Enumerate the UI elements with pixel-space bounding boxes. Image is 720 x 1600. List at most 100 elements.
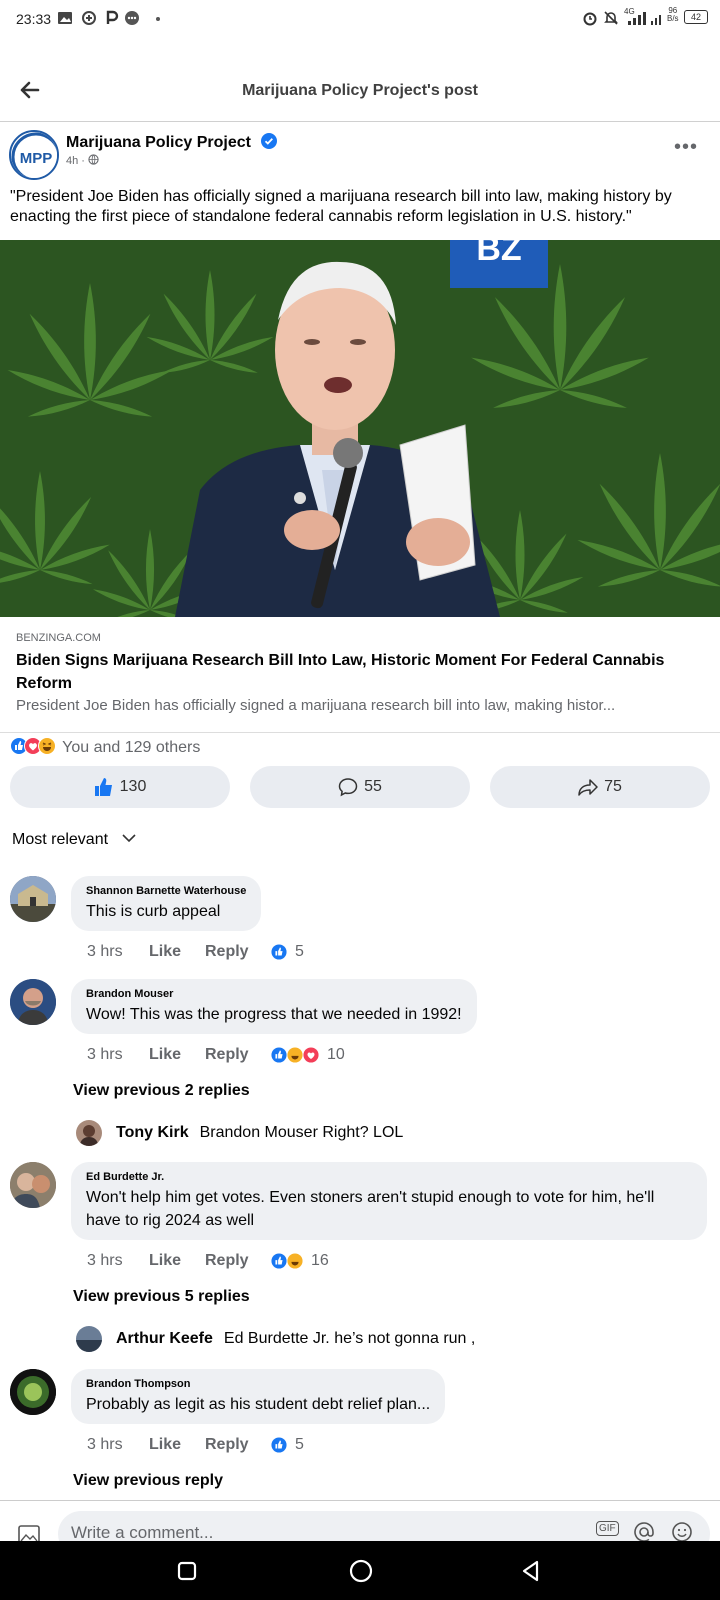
commenter-avatar[interactable] <box>10 1162 56 1208</box>
commenter-avatar[interactable] <box>10 876 56 922</box>
reply-avatar <box>76 1120 102 1146</box>
comment-time: 3 hrs <box>87 1436 123 1453</box>
link-domain: BENZINGA.COM <box>16 632 101 644</box>
avatar-text: MPP <box>20 150 53 167</box>
verified-badge-icon <box>261 133 278 149</box>
mpp-logo-icon: MPP <box>11 132 57 178</box>
sort-label: Most relevant <box>12 831 109 848</box>
like-button[interactable]: 130 <box>10 766 230 808</box>
comment-button[interactable]: 55 <box>250 766 470 808</box>
view-previous-replies[interactable]: View previous reply <box>73 1472 223 1490</box>
mute-icon <box>604 11 618 25</box>
status-time: 23:33 <box>16 11 52 27</box>
reply-preview[interactable]: Arthur Keefe Ed Burdette Jr. he’s not go… <box>76 1325 475 1353</box>
mention-at-icon[interactable] <box>632 1520 656 1542</box>
comment-reply-button[interactable]: Reply <box>205 1252 271 1270</box>
reply-author[interactable]: Tony Kirk <box>116 1124 189 1142</box>
link-title[interactable]: Biden Signs Marijuana Research Bill Into… <box>16 649 706 695</box>
chevron-down-icon <box>121 834 136 843</box>
reply-text: Ed Burdette Jr. he’s not gonna run , <box>223 1330 476 1347</box>
comment-reactions[interactable] <box>271 1253 303 1269</box>
comment-bubble[interactable]: Brandon Thompson Probably as legit as hi… <box>71 1369 446 1424</box>
share-button[interactable]: 75 <box>490 766 710 808</box>
page-title: Marijuana Policy Project's post <box>242 82 478 99</box>
view-previous-replies[interactable]: View previous 2 replies <box>73 1082 250 1100</box>
comment-time: 3 hrs <box>87 1252 123 1269</box>
like-count: 130 <box>119 778 147 795</box>
person-photo-icon <box>10 1162 56 1208</box>
comment-reaction-count: 5 <box>295 943 304 960</box>
like-reaction-icon <box>271 1437 287 1453</box>
comment-bubble-icon <box>338 778 358 797</box>
comment-input[interactable]: Write a comment... GIF <box>58 1511 710 1542</box>
haha-reaction-icon <box>38 737 56 755</box>
recent-apps-square-icon[interactable] <box>176 1560 198 1582</box>
link-preview[interactable]: BENZINGA.COM Biden Signs Marijuana Resea… <box>0 617 720 733</box>
reactions-summary[interactable]: You and 129 others <box>10 737 200 759</box>
image-badge-text: BZ <box>476 240 521 268</box>
battery-icon: 42 <box>684 10 708 24</box>
more-options-icon[interactable]: ••• <box>674 136 698 159</box>
commenter-avatar[interactable] <box>10 1369 56 1415</box>
commenter-name[interactable]: Ed Burdette Jr. <box>86 1171 692 1183</box>
link-description: President Joe Biden has officially signe… <box>16 697 616 714</box>
comment-placeholder: Write a comment... <box>71 1523 214 1542</box>
house-photo-icon <box>10 876 56 922</box>
view-previous-replies[interactable]: View previous 5 replies <box>73 1288 250 1306</box>
comment-reaction-count: 16 <box>311 1252 329 1269</box>
haha-reaction-icon <box>287 1047 303 1063</box>
comment-like-button[interactable]: Like <box>149 943 205 961</box>
back-triangle-icon[interactable] <box>519 1559 543 1583</box>
post-author[interactable]: Marijuana Policy Project <box>66 133 278 152</box>
commenter-name[interactable]: Brandon Mouser <box>86 988 462 1000</box>
signal-strength-icon <box>628 12 646 25</box>
comment-like-button[interactable]: Like <box>149 1252 205 1270</box>
comment-count: 55 <box>364 778 382 795</box>
comment-like-button[interactable]: Like <box>149 1436 205 1454</box>
comment-time: 3 hrs <box>87 1046 123 1063</box>
gif-button[interactable]: GIF <box>596 1521 619 1536</box>
commenter-name[interactable]: Shannon Barnette Waterhouse <box>86 885 246 897</box>
commenter-avatar[interactable] <box>10 979 56 1025</box>
public-globe-icon <box>88 154 99 165</box>
comment-bubble[interactable]: Brandon Mouser Wow! This was the progres… <box>71 979 477 1034</box>
emoji-smile-icon[interactable] <box>670 1520 694 1542</box>
post-time: 4h <box>66 155 79 167</box>
comment-text: Won't help him get votes. Even stoners a… <box>86 1189 655 1229</box>
love-reaction-icon <box>303 1047 319 1063</box>
post-meta: 4h · <box>66 154 99 167</box>
comment-time: 3 hrs <box>87 943 123 960</box>
comment-sort-dropdown[interactable]: Most relevant <box>12 831 137 849</box>
post-text: "President Joe Biden has officially sign… <box>10 188 672 225</box>
comment-reply-button[interactable]: Reply <box>205 943 271 961</box>
android-navigation-bar <box>0 1541 720 1600</box>
like-reaction-icon <box>271 944 287 960</box>
thumbs-up-icon <box>94 778 112 796</box>
comment-text: This is curb appeal <box>86 903 221 920</box>
comment-bubble[interactable]: Shannon Barnette Waterhouse This is curb… <box>71 876 262 931</box>
comment-actions: 3 hrs Like Reply 10 <box>87 1044 345 1066</box>
person-photo-icon <box>10 979 56 1025</box>
comment-reactions[interactable] <box>271 1047 319 1063</box>
comment-reactions[interactable] <box>271 1437 287 1453</box>
share-arrow-icon <box>578 779 598 796</box>
page-avatar[interactable]: MPP <box>9 130 59 180</box>
status-bar: 23:33 4G 96 B/s 42 <box>0 0 720 38</box>
reactions-summary-text: You and 129 others <box>62 739 201 756</box>
reply-text: Brandon Mouser Right? LOL <box>199 1124 404 1141</box>
reply-preview[interactable]: Tony Kirk Brandon Mouser Right? LOL <box>76 1119 403 1147</box>
comment-reply-button[interactable]: Reply <box>205 1436 271 1454</box>
comment-bubble[interactable]: Ed Burdette Jr. Won't help him get votes… <box>71 1162 707 1240</box>
reply-author[interactable]: Arthur Keefe <box>116 1330 213 1348</box>
comment-reactions[interactable] <box>271 944 287 960</box>
comment-like-button[interactable]: Like <box>149 1046 205 1064</box>
home-circle-icon[interactable] <box>348 1558 374 1584</box>
post-image[interactable]: BZ <box>0 240 720 617</box>
commenter-name[interactable]: Brandon Thompson <box>86 1378 430 1390</box>
haha-reaction-icon <box>287 1253 303 1269</box>
comment-reaction-count: 5 <box>295 1436 304 1453</box>
net-speed: 96 B/s <box>667 6 679 23</box>
comment-reply-button[interactable]: Reply <box>205 1046 271 1064</box>
signal-strength-2-icon <box>651 15 661 25</box>
photo-attach-icon[interactable] <box>17 1523 43 1542</box>
